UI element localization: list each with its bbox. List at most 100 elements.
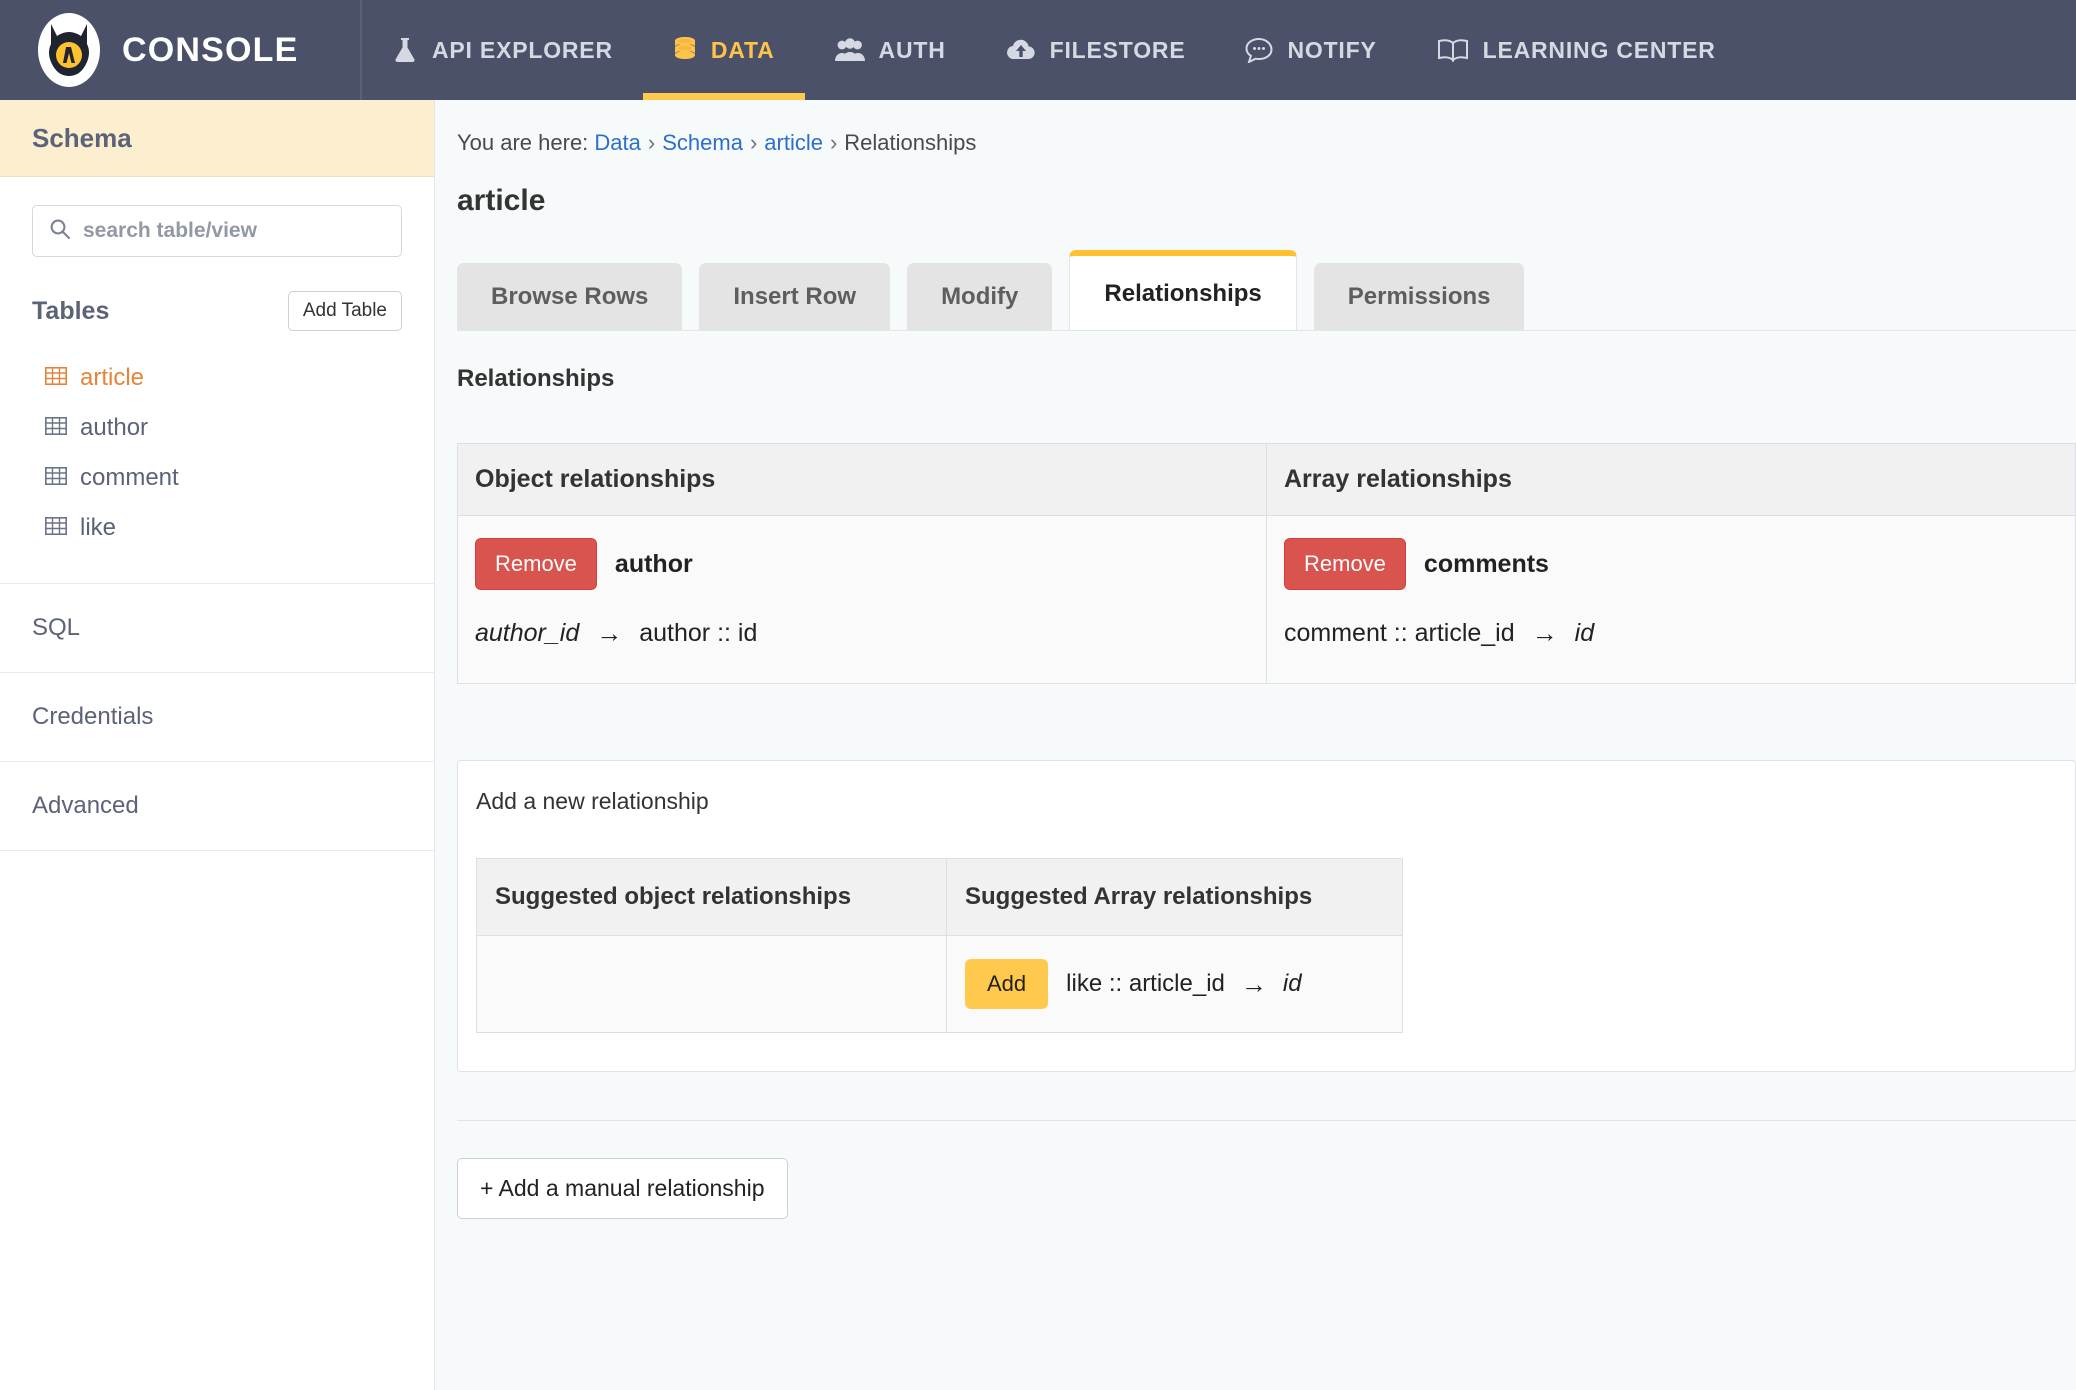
tables-header-row: Tables Add Table — [32, 291, 402, 331]
remove-object-relationship-button[interactable]: Remove — [475, 538, 597, 590]
nav-item-notify[interactable]: NOTIFY — [1215, 0, 1406, 100]
tab-permissions[interactable]: Permissions — [1313, 263, 1525, 330]
nav-label: LEARNING CENTER — [1482, 36, 1716, 63]
relationship-source: comment :: article_id — [1284, 619, 1515, 647]
sidebar-item-sql[interactable]: SQL — [0, 584, 434, 673]
relationship-definition: author_id → author :: id — [475, 618, 1249, 649]
table-row: Remove author author_id → author :: id — [458, 516, 1266, 683]
table-row: Remove comments comment :: article_id → … — [1267, 516, 2075, 683]
tab-modify[interactable]: Modify — [907, 263, 1053, 330]
top-navigation-bar: CONSOLE API EXPLORER DATA AUTH FILESTORE… — [0, 0, 2076, 100]
breadcrumb-separator: › — [749, 130, 758, 155]
footer-divider — [457, 1120, 2076, 1121]
relationships-section-title: Relationships — [457, 365, 615, 392]
tab-relationships[interactable]: Relationships — [1069, 250, 1297, 330]
arrow-right-icon: → — [596, 618, 623, 648]
nav-item-data[interactable]: DATA — [642, 0, 805, 100]
cloud-upload-icon — [1006, 38, 1036, 62]
nav-label: NOTIFY — [1287, 36, 1377, 63]
breadcrumb-link-article[interactable]: article — [764, 130, 823, 155]
main-content: You are here: Data › Schema › article › Relati… — [435, 100, 2076, 1390]
suggested-source: like :: article_id — [1066, 970, 1225, 997]
table-grid-icon — [45, 364, 67, 392]
breadcrumb-separator: › — [829, 130, 838, 155]
tab-browse-rows[interactable]: Browse Rows — [457, 263, 683, 330]
relationships-table: Object relationships Remove author autho… — [457, 443, 2076, 684]
suggested-object-cell — [477, 936, 947, 1032]
remove-array-relationship-button[interactable]: Remove — [1284, 538, 1406, 590]
sidebar: Schema search table/view Tables Add Tabl… — [0, 100, 435, 1390]
hasura-logo-icon — [38, 13, 100, 87]
add-table-button[interactable]: Add Table — [287, 291, 402, 331]
relationship-target: author :: id — [639, 619, 758, 647]
arrow-right-icon: → — [1240, 968, 1267, 999]
breadcrumb-current: Relationships — [844, 130, 977, 155]
sidebar-schema-header[interactable]: Schema — [0, 100, 434, 177]
breadcrumb-prefix: You are here: — [457, 130, 589, 155]
chat-bubble-icon — [1245, 37, 1273, 63]
sidebar-item-advanced[interactable]: Advanced — [0, 762, 434, 851]
sidebar-item-label: like — [80, 514, 117, 541]
users-icon — [834, 37, 865, 63]
sidebar-item-label: article — [80, 364, 145, 391]
nav-label: FILESTORE — [1049, 36, 1186, 63]
sidebar-item-author[interactable]: author — [32, 403, 402, 453]
add-suggested-relationship-button[interactable]: Add — [965, 959, 1049, 1009]
tab-insert-row[interactable]: Insert Row — [699, 263, 891, 330]
table-row: Add like :: article_id → id — [477, 936, 1402, 1032]
nav-item-filestore[interactable]: FILESTORE — [976, 0, 1216, 100]
relationship-definition: comment :: article_id → id — [1284, 618, 2058, 649]
nav-label: API EXPLORER — [432, 36, 613, 63]
relationship-header-row: Remove author — [475, 538, 1249, 590]
object-relationships-column: Object relationships Remove author autho… — [458, 444, 1267, 683]
column-header: Array relationships — [1267, 444, 2075, 516]
nav-label: AUTH — [878, 36, 946, 63]
relationship-name: author — [614, 549, 693, 578]
column-header: Object relationships — [458, 444, 1266, 516]
sidebar-item-label: SQL — [32, 614, 81, 641]
active-tab-underline — [642, 93, 805, 100]
arrow-right-icon: → — [1531, 618, 1558, 648]
suggested-array-cell: Add like :: article_id → id — [947, 936, 1402, 1032]
table-grid-icon — [45, 514, 67, 542]
sidebar-item-comment[interactable]: comment — [32, 453, 402, 503]
nav-item-auth[interactable]: AUTH — [805, 0, 976, 100]
top-nav-items: API EXPLORER DATA AUTH FILESTORE NOTIFY … — [362, 0, 1746, 100]
add-manual-relationship-button[interactable]: + Add a manual relationship — [457, 1158, 788, 1219]
table-grid-icon — [45, 414, 67, 442]
brand-title: CONSOLE — [122, 30, 299, 69]
suggested-target: id — [1282, 970, 1302, 997]
add-new-relationship-title: Add a new relationship — [476, 788, 709, 814]
page-title: article — [457, 184, 546, 217]
table-grid-icon — [45, 464, 67, 492]
relationship-source: author_id — [475, 619, 580, 647]
relationship-header-row: Remove comments — [1284, 538, 2058, 590]
sidebar-item-label: Credentials — [32, 703, 154, 730]
nav-item-learning-center[interactable]: LEARNING CENTER — [1407, 0, 1746, 100]
nav-label: DATA — [710, 36, 775, 63]
suggested-relationships-table: Suggested object relationships Suggested… — [476, 858, 1403, 1033]
sidebar-item-like[interactable]: like — [32, 503, 402, 553]
suggested-relationship-definition: like :: article_id → id — [1066, 969, 1301, 1000]
breadcrumb-link-data[interactable]: Data — [594, 130, 640, 155]
tables-list: article author comment like — [32, 353, 402, 553]
suggested-object-header: Suggested object relationships — [477, 859, 947, 935]
breadcrumb-separator: › — [647, 130, 656, 155]
add-new-relationship-card: Add a new relationship Suggested object … — [457, 760, 2076, 1072]
search-icon — [49, 218, 71, 245]
sidebar-tables-section: search table/view Tables Add Table artic… — [0, 177, 434, 584]
brand-logo-area[interactable]: CONSOLE — [0, 0, 362, 100]
sidebar-item-article[interactable]: article — [32, 353, 402, 403]
tables-label: Tables — [32, 296, 110, 325]
suggested-table-header: Suggested object relationships Suggested… — [477, 859, 1402, 936]
search-input[interactable]: search table/view — [32, 205, 402, 257]
database-icon — [673, 36, 697, 64]
sidebar-item-label: author — [80, 414, 149, 441]
relationship-target: id — [1574, 619, 1595, 647]
breadcrumb-link-schema[interactable]: Schema — [662, 130, 743, 155]
tab-bar-divider — [457, 330, 2076, 331]
open-book-icon — [1437, 38, 1469, 62]
nav-item-api-explorer[interactable]: API EXPLORER — [362, 0, 643, 100]
breadcrumb: You are here: Data › Schema › article › Relati… — [435, 100, 2076, 156]
sidebar-item-credentials[interactable]: Credentials — [0, 673, 434, 762]
